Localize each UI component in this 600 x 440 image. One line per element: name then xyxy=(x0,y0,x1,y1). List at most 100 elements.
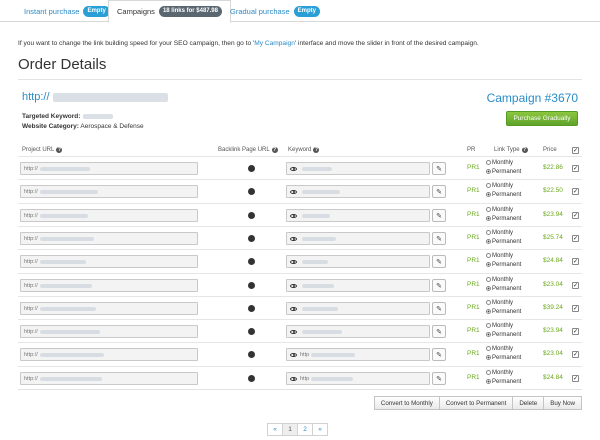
radio-monthly[interactable] xyxy=(486,160,491,165)
edit-keyword-icon[interactable]: ✎ xyxy=(432,232,446,245)
edit-keyword-icon[interactable]: ✎ xyxy=(432,302,446,315)
link-type-monthly[interactable]: Monthly xyxy=(486,276,521,285)
pager-page-2[interactable]: 2 xyxy=(297,423,313,436)
radio-monthly[interactable] xyxy=(486,207,491,212)
link-type-monthly[interactable]: Monthly xyxy=(486,299,521,308)
eye-icon[interactable] xyxy=(290,236,297,241)
globe-icon[interactable] xyxy=(248,328,255,335)
keyword-input[interactable] xyxy=(286,279,430,292)
edit-keyword-icon[interactable]: ✎ xyxy=(432,209,446,222)
purchase-gradually-button[interactable]: Purchase Gradually xyxy=(506,111,578,126)
eye-icon[interactable] xyxy=(290,259,297,264)
radio-permanent[interactable] xyxy=(486,379,491,384)
globe-icon[interactable] xyxy=(248,351,255,358)
radio-permanent[interactable] xyxy=(486,262,491,267)
link-type-permanent[interactable]: Permanent xyxy=(486,378,521,387)
eye-icon[interactable] xyxy=(290,352,297,357)
convert-to-permanent-button[interactable]: Convert to Permanent xyxy=(438,396,514,410)
link-type-permanent[interactable]: Permanent xyxy=(486,331,521,340)
project-url-input[interactable]: http:// xyxy=(20,348,198,361)
row-checkbox[interactable]: ✓ xyxy=(572,235,579,242)
edit-keyword-icon[interactable]: ✎ xyxy=(432,185,446,198)
radio-permanent[interactable] xyxy=(486,309,491,314)
keyword-input[interactable] xyxy=(286,209,430,222)
radio-permanent[interactable] xyxy=(486,216,491,221)
link-type-monthly[interactable]: Monthly xyxy=(486,229,521,238)
project-url-input[interactable]: http:// xyxy=(20,209,198,222)
project-url-input[interactable]: http:// xyxy=(20,279,198,292)
help-icon[interactable]: ? xyxy=(521,147,528,153)
row-checkbox[interactable]: ✓ xyxy=(572,165,579,172)
radio-monthly[interactable] xyxy=(486,370,491,375)
link-type-monthly[interactable]: Monthly xyxy=(486,182,521,191)
row-checkbox[interactable]: ✓ xyxy=(572,188,579,195)
project-url-input[interactable]: http:// xyxy=(20,232,198,245)
edit-keyword-icon[interactable]: ✎ xyxy=(432,348,446,361)
link-type-permanent[interactable]: Permanent xyxy=(486,238,521,247)
edit-keyword-icon[interactable]: ✎ xyxy=(432,255,446,268)
row-checkbox[interactable]: ✓ xyxy=(572,328,579,335)
radio-monthly[interactable] xyxy=(486,346,491,351)
radio-monthly[interactable] xyxy=(486,277,491,282)
radio-monthly[interactable] xyxy=(486,230,491,235)
tab-gradual-purchase[interactable]: Gradual purchase Empty xyxy=(222,0,328,22)
link-type-monthly[interactable]: Monthly xyxy=(486,206,521,215)
project-url-input[interactable]: http:// xyxy=(20,255,198,268)
project-url-input[interactable]: http:// xyxy=(20,325,198,338)
row-checkbox[interactable]: ✓ xyxy=(572,258,579,265)
project-url-input[interactable]: http:// xyxy=(20,372,198,385)
radio-permanent[interactable] xyxy=(486,286,491,291)
keyword-input[interactable] xyxy=(286,162,430,175)
link-type-permanent[interactable]: Permanent xyxy=(486,308,521,317)
radio-monthly[interactable] xyxy=(486,323,491,328)
edit-keyword-icon[interactable]: ✎ xyxy=(432,372,446,385)
link-type-permanent[interactable]: Permanent xyxy=(486,215,521,224)
my-campaign-link[interactable]: My Campaign xyxy=(254,40,295,47)
link-type-permanent[interactable]: Permanent xyxy=(486,168,521,177)
keyword-input[interactable]: http xyxy=(286,372,430,385)
link-type-monthly[interactable]: Monthly xyxy=(486,159,521,168)
globe-icon[interactable] xyxy=(248,212,255,219)
globe-icon[interactable] xyxy=(248,165,255,172)
keyword-input[interactable] xyxy=(286,302,430,315)
row-checkbox[interactable]: ✓ xyxy=(572,212,579,219)
radio-permanent[interactable] xyxy=(486,169,491,174)
eye-icon[interactable] xyxy=(290,213,297,218)
delete-button[interactable]: Delete xyxy=(512,396,545,410)
row-checkbox[interactable]: ✓ xyxy=(572,375,579,382)
edit-keyword-icon[interactable]: ✎ xyxy=(432,162,446,175)
eye-icon[interactable] xyxy=(290,329,297,334)
eye-icon[interactable] xyxy=(290,376,297,381)
convert-to-monthly-button[interactable]: Convert to Monthly xyxy=(373,396,440,410)
keyword-input[interactable] xyxy=(286,232,430,245)
pager-next[interactable]: » xyxy=(312,423,328,436)
radio-monthly[interactable] xyxy=(486,300,491,305)
globe-icon[interactable] xyxy=(248,188,255,195)
link-type-monthly[interactable]: Monthly xyxy=(486,322,521,331)
help-icon[interactable]: ? xyxy=(56,147,63,153)
keyword-input[interactable] xyxy=(286,325,430,338)
help-icon[interactable]: ? xyxy=(271,147,278,153)
select-all-checkbox[interactable]: ✓ xyxy=(572,147,579,154)
buy-now-button[interactable]: Buy Now xyxy=(543,396,582,410)
row-checkbox[interactable]: ✓ xyxy=(572,282,579,289)
tab-instant-purchase[interactable]: Instant purchase Empty xyxy=(16,0,118,22)
radio-monthly[interactable] xyxy=(486,183,491,188)
link-type-permanent[interactable]: Permanent xyxy=(486,285,521,294)
project-url-input[interactable]: http:// xyxy=(20,185,198,198)
link-type-monthly[interactable]: Monthly xyxy=(486,252,521,261)
globe-icon[interactable] xyxy=(248,235,255,242)
link-type-permanent[interactable]: Permanent xyxy=(486,354,521,363)
campaign-url[interactable]: http:// xyxy=(22,91,168,103)
row-checkbox[interactable]: ✓ xyxy=(572,351,579,358)
eye-icon[interactable] xyxy=(290,306,297,311)
globe-icon[interactable] xyxy=(248,258,255,265)
keyword-input[interactable] xyxy=(286,185,430,198)
keyword-input[interactable]: http xyxy=(286,348,430,361)
radio-permanent[interactable] xyxy=(486,332,491,337)
globe-icon[interactable] xyxy=(248,282,255,289)
link-type-monthly[interactable]: Monthly xyxy=(486,369,521,378)
project-url-input[interactable]: http:// xyxy=(20,162,198,175)
help-icon[interactable]: ? xyxy=(313,147,320,153)
globe-icon[interactable] xyxy=(248,375,255,382)
